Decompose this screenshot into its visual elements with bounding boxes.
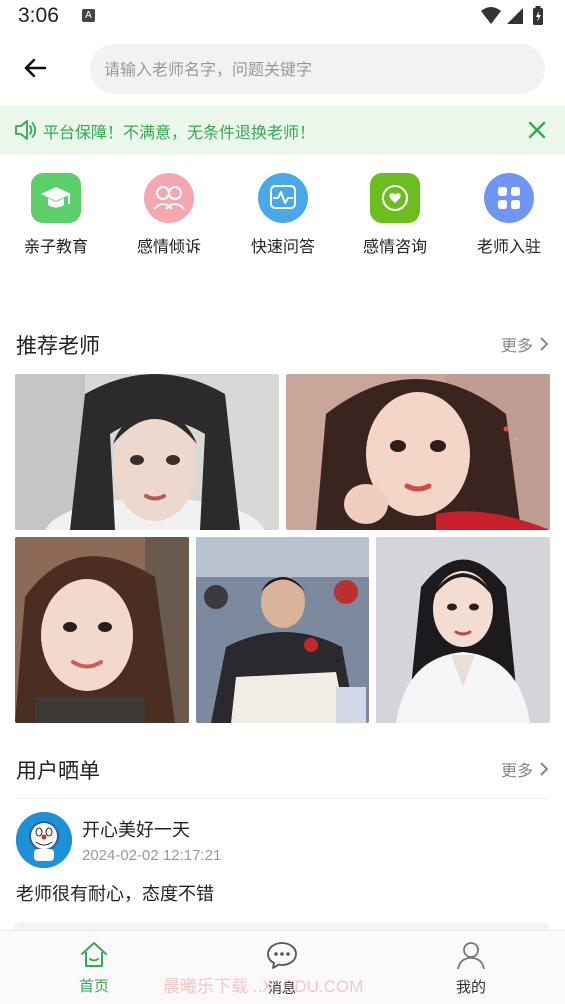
wifi-icon — [481, 7, 501, 24]
notice-banner: 平台保障！不满意，无条件退换老师！ — [0, 106, 565, 155]
teacher-portrait-image — [376, 537, 550, 723]
grid-icon — [484, 173, 534, 223]
teacher-portrait-image — [15, 374, 279, 530]
category-label: 亲子教育 — [23, 237, 88, 256]
review-time: 2024-02-02 12:17:21 — [82, 847, 222, 864]
more-label: 更多 — [500, 761, 533, 780]
top-bar — [0, 40, 565, 98]
message-icon — [267, 942, 297, 969]
review-item[interactable]: 开心美好一天 2024-02-02 12:17:21 老师很有耐心，态度不错 — [16, 812, 549, 922]
reviews-section-header: 用户晒单 更多 — [16, 755, 549, 785]
arrow-left-icon — [24, 58, 47, 78]
tab-home[interactable]: 首页 — [29, 931, 159, 1004]
reviews-more-link[interactable]: 更多 — [501, 757, 549, 781]
notification-icon: A — [82, 9, 95, 22]
recommended-section-header: 推荐老师 更多 — [16, 330, 549, 360]
category-label: 快速问答 — [250, 237, 315, 256]
tab-label: 我的 — [455, 978, 486, 996]
teacher-portrait-image — [196, 537, 369, 723]
search-box[interactable] — [90, 44, 545, 94]
review-user-name: 开心美好一天 — [82, 820, 190, 841]
home-icon — [81, 942, 107, 967]
teacher-photo[interactable] — [286, 374, 550, 530]
graduation-cap-icon — [31, 173, 81, 223]
speaker-icon — [15, 120, 37, 140]
back-button[interactable] — [18, 50, 54, 86]
section-title: 用户晒单 — [16, 759, 100, 783]
search-input[interactable] — [90, 44, 545, 94]
teacher-photo[interactable] — [376, 537, 550, 723]
teacher-photo[interactable] — [196, 537, 369, 723]
teacher-portrait-image — [15, 537, 189, 723]
status-icons — [481, 6, 543, 25]
category-label: 老师入驻 — [476, 237, 541, 256]
watermark-text: 晨曦乐下载 ..XLEDU.COM — [163, 977, 364, 996]
category-confide[interactable]: 感情倾诉 — [114, 166, 224, 257]
chevron-right-icon — [540, 762, 549, 776]
status-bar: 3:06 A — [0, 0, 565, 34]
category-quick-qa[interactable]: 快速问答 — [228, 166, 338, 257]
signal-icon — [507, 8, 523, 24]
notice-close-button[interactable] — [525, 118, 549, 142]
category-parenting[interactable]: 亲子教育 — [1, 166, 111, 257]
teacher-photo[interactable] — [15, 374, 279, 530]
cartoon-cat-avatar-icon — [16, 812, 72, 868]
notice-text: 平台保障！不满意，无条件退换老师！ — [43, 123, 316, 142]
teacher-portrait-image — [286, 374, 550, 530]
couple-icon — [144, 173, 194, 223]
teacher-photo[interactable] — [15, 537, 189, 723]
category-label: 感情咨询 — [362, 237, 427, 256]
category-grid: 亲子教育 感情倾诉 快速问答 感情咨询 老师入驻 — [0, 166, 565, 266]
chevron-right-icon — [540, 337, 549, 351]
tab-label: 首页 — [78, 977, 109, 995]
pulse-chat-icon — [258, 173, 308, 223]
section-divider — [16, 798, 549, 799]
recommended-more-link[interactable]: 更多 — [501, 332, 549, 356]
profile-icon — [457, 942, 485, 970]
more-label: 更多 — [500, 336, 533, 355]
avatar — [16, 812, 72, 868]
heart-chat-icon — [370, 173, 420, 223]
category-label: 感情倾诉 — [136, 237, 201, 256]
status-time: 3:06 — [18, 4, 59, 27]
section-title: 推荐老师 — [16, 334, 100, 358]
close-icon — [528, 121, 546, 139]
category-consult[interactable]: 感情咨询 — [340, 166, 450, 257]
category-teacher-join[interactable]: 老师入驻 — [454, 166, 564, 257]
tab-profile[interactable]: 我的 — [406, 931, 536, 1004]
review-content: 老师很有耐心，态度不错 — [16, 884, 214, 905]
